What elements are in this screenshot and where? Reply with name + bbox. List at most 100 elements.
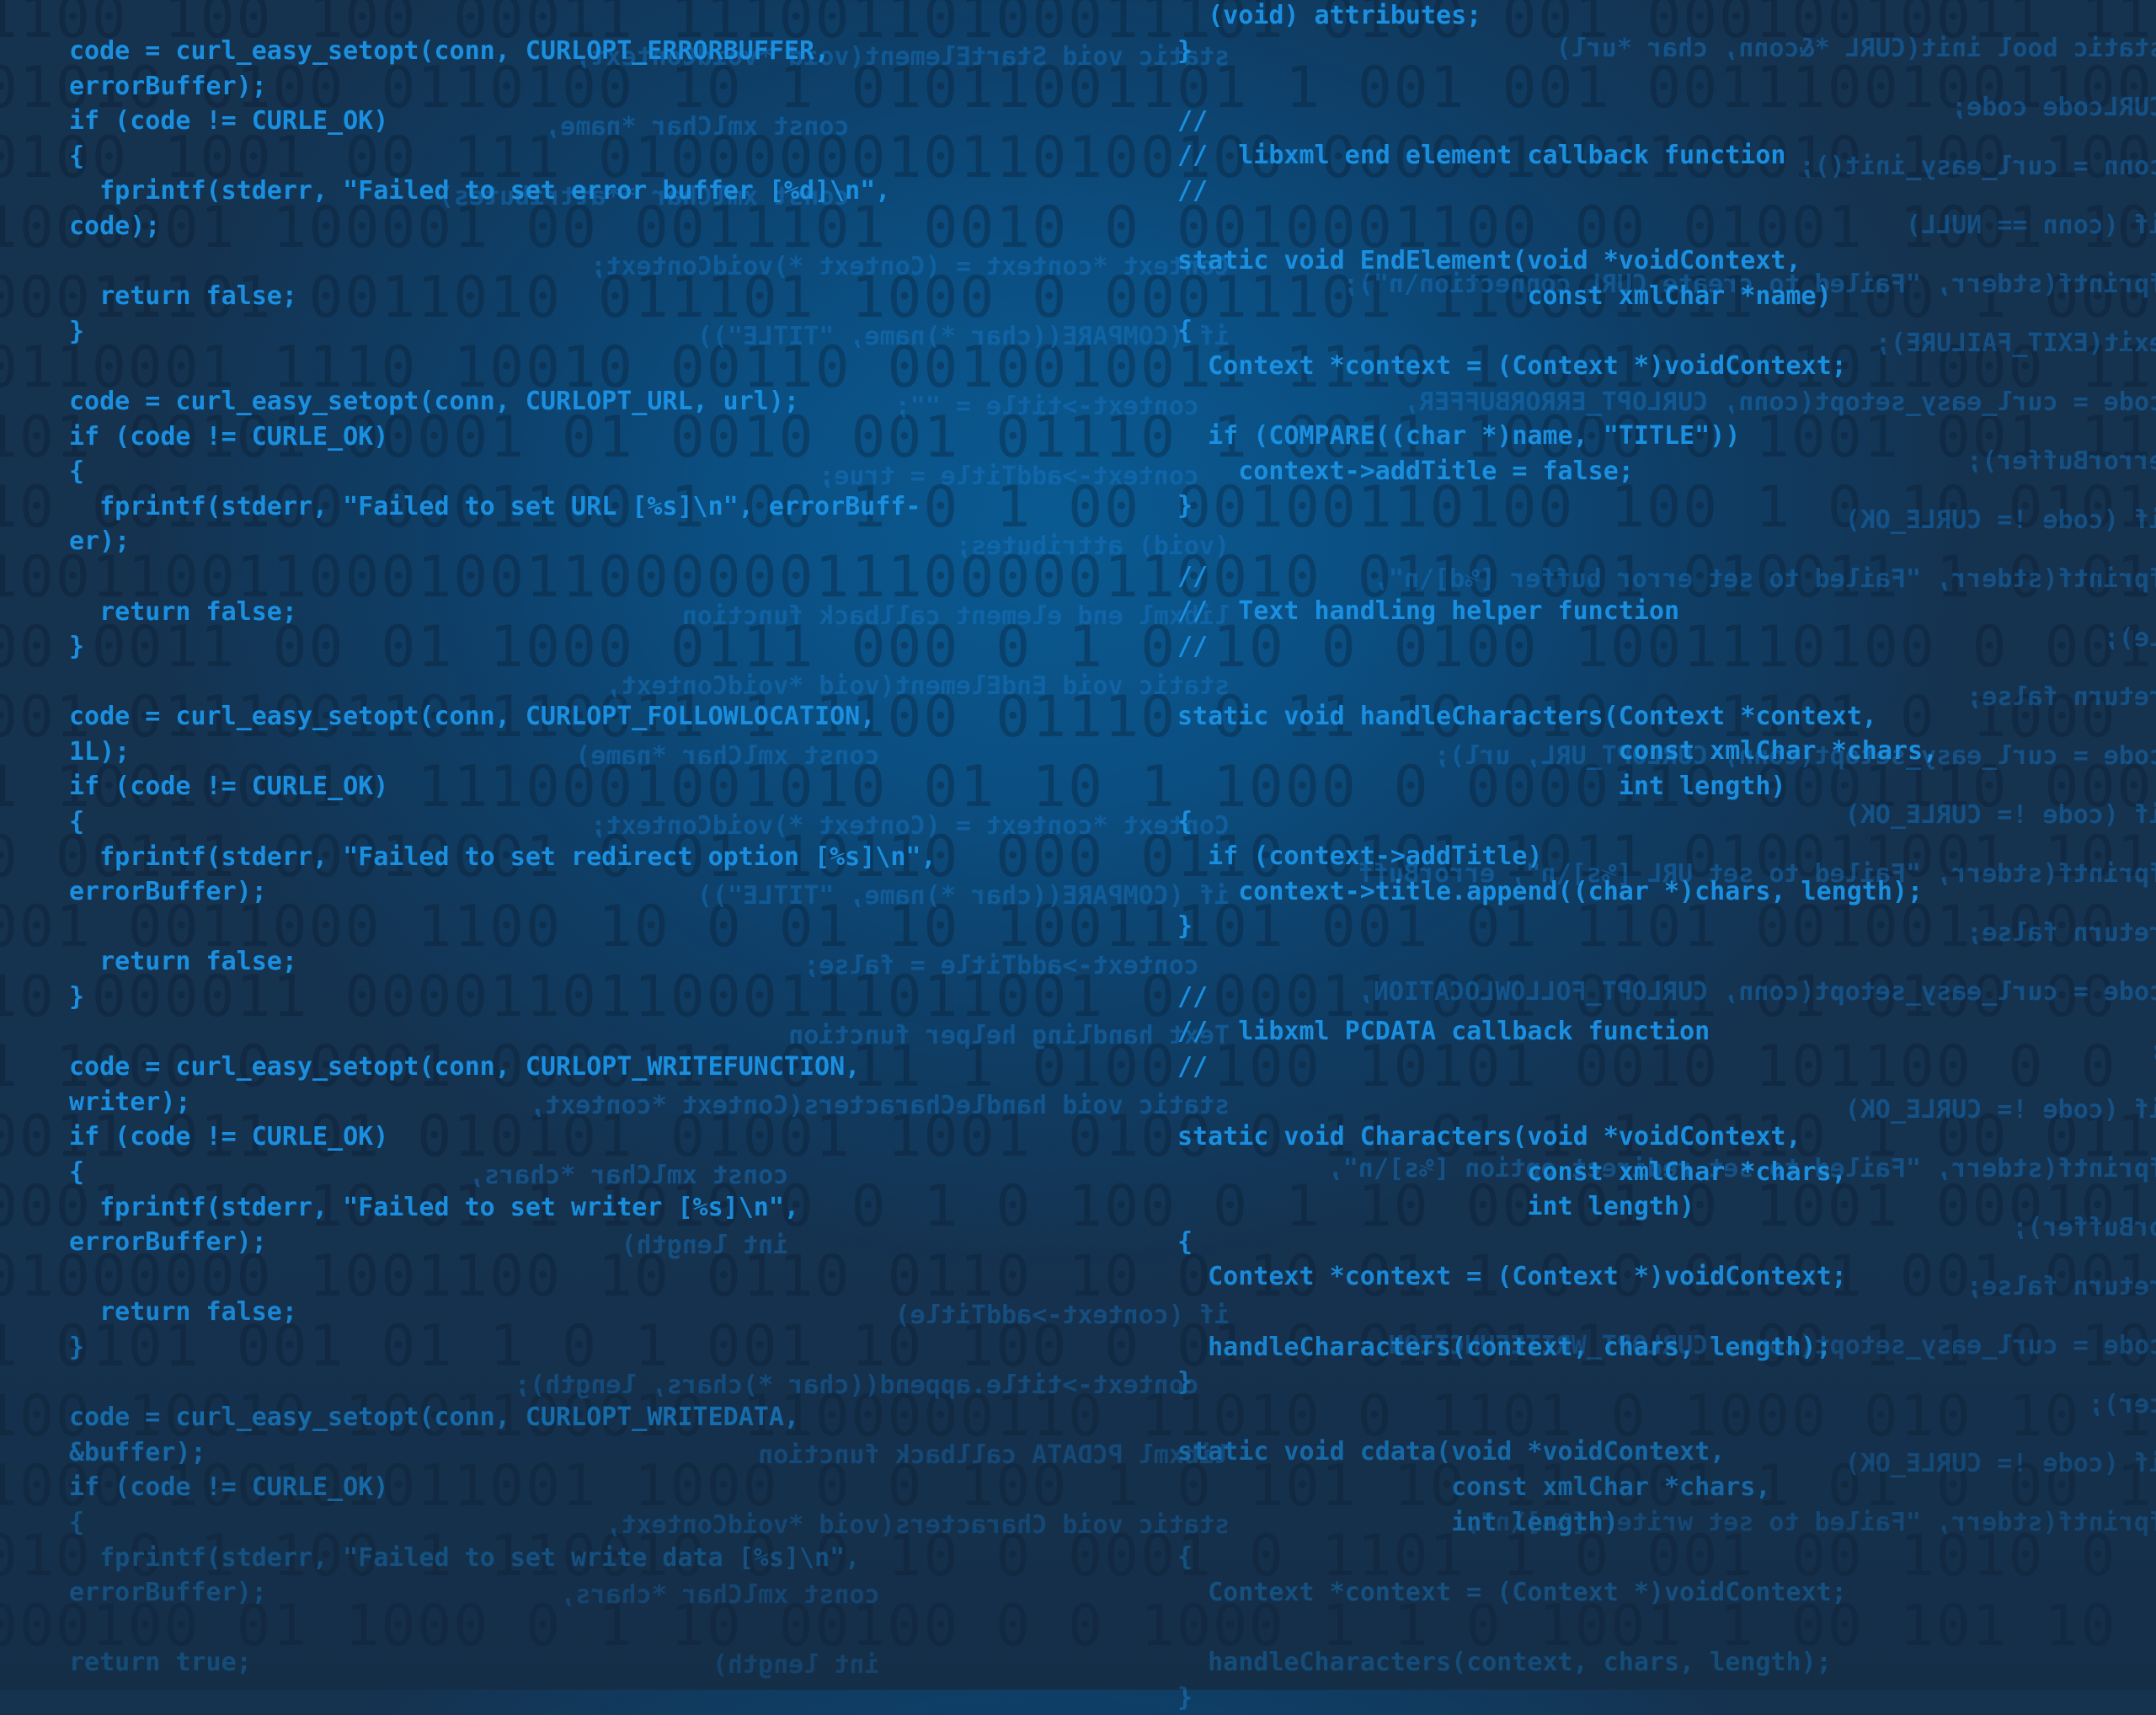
code-line: int length) — [1177, 1189, 1938, 1225]
code-line: Context *context = (Context *)voidContex… — [1177, 349, 1938, 384]
code-line: { — [1177, 1225, 1938, 1260]
code-line: { — [69, 139, 937, 174]
code-line: Context *context = (Context *)voidContex… — [1177, 1575, 1938, 1611]
code-line — [1177, 1084, 1938, 1119]
code-line: fprintf(stderr, "Failed to set writer [%… — [69, 1190, 937, 1226]
code-line: if (code != CURLE_OK) — [69, 1470, 937, 1505]
code-line: return false; — [69, 279, 937, 314]
code-line: if (code != CURLE_OK) — [69, 419, 937, 455]
code-line: const xmlChar *chars, — [1177, 1155, 1938, 1190]
code-block-left: code = curl_easy_setopt(conn, CURLOPT_ER… — [69, 34, 937, 1680]
code-line: const xmlChar *chars, — [1177, 1470, 1938, 1505]
code-line: handleCharacters(context, chars, length)… — [1177, 1330, 1938, 1365]
code-line: code = curl_easy_setopt(conn, CURLOPT_FO… — [69, 699, 937, 735]
code-line — [1177, 524, 1938, 559]
code-line: } — [1177, 1680, 1938, 1715]
code-line: } — [1177, 34, 1938, 69]
code-line: er); — [69, 524, 937, 559]
code-line: fprintf(stderr, "Failed to set error buf… — [69, 174, 937, 209]
code-line: errorBuffer); — [69, 1225, 937, 1260]
code-line: errorBuffer); — [69, 874, 937, 910]
code-line: static void handleCharacters(Context *co… — [1177, 699, 1938, 735]
code-line: { — [69, 804, 937, 840]
code-line: // — [1177, 559, 1938, 595]
code-line — [1177, 384, 1938, 419]
code-line: Context *context = (Context *)voidContex… — [1177, 1259, 1938, 1295]
code-line: return false; — [69, 944, 937, 980]
code-line: code = curl_easy_setopt(conn, CURLOPT_ER… — [69, 34, 937, 69]
code-line: fprintf(stderr, "Failed to set URL [%s]\… — [69, 489, 937, 525]
code-line: const xmlChar *chars, — [1177, 734, 1938, 769]
code-block-right: (void) attributes;}//// libxml end eleme… — [1177, 0, 1938, 1715]
code-line: // — [1177, 980, 1938, 1015]
code-line: context->addTitle = false; — [1177, 454, 1938, 489]
code-line: // libxml end element callback function — [1177, 138, 1938, 174]
code-line: if (code != CURLE_OK) — [69, 769, 937, 804]
mirrored-code-line: return false; — [1967, 682, 2156, 712]
code-line — [1177, 1400, 1938, 1435]
code-line — [1177, 68, 1938, 104]
code-line: return true; — [69, 1645, 937, 1680]
code-line: &buffer); — [69, 1435, 937, 1471]
code-line — [1177, 209, 1938, 244]
code-line: fprintf(stderr, "Failed to set redirect … — [69, 840, 937, 875]
code-line — [69, 244, 937, 280]
code-line — [69, 1365, 937, 1401]
mirrored-code-line: ter); — [2089, 1390, 2156, 1419]
code-line: code = curl_easy_setopt(conn, CURLOPT_UR… — [69, 384, 937, 419]
mirrored-code-line: ; — [2149, 1036, 2156, 1066]
code-line: code); — [69, 209, 937, 244]
code-line: context->title.append((char *)chars, len… — [1177, 874, 1938, 910]
code-line: { — [1177, 313, 1938, 349]
code-line — [1177, 944, 1938, 980]
code-line: // — [1177, 104, 1938, 139]
code-line — [1177, 1610, 1938, 1645]
code-line: fprintf(stderr, "Failed to set write dat… — [69, 1541, 937, 1576]
mirrored-code-line: le); — [2104, 623, 2156, 653]
code-line: { — [1177, 1540, 1938, 1575]
code-line: // libxml PCDATA callback function — [1177, 1014, 1938, 1050]
mirrored-code-line: if (conn == NULL) — [1906, 211, 2156, 240]
code-line: errorBuffer); — [69, 69, 937, 104]
code-line: if (context->addTitle) — [1177, 839, 1938, 874]
code-line: } — [1177, 489, 1938, 524]
code-line: } — [69, 629, 937, 665]
code-line: } — [1177, 1365, 1938, 1400]
code-line — [69, 559, 937, 595]
code-line: 1L); — [69, 735, 937, 770]
code-line: } — [69, 980, 937, 1015]
code-line: { — [69, 1155, 937, 1190]
code-line: if (code != CURLE_OK) — [69, 1119, 937, 1155]
code-line: if (code != CURLE_OK) — [69, 104, 937, 139]
code-line — [69, 1015, 937, 1050]
code-line: } — [1177, 909, 1938, 944]
code-line: code = curl_easy_setopt(conn, CURLOPT_WR… — [69, 1400, 937, 1435]
code-line: if (COMPARE((char *)name, "TITLE")) — [1177, 419, 1938, 454]
mirrored-code-line: errorBuffer); — [1967, 446, 2156, 476]
code-line: int length) — [1177, 1505, 1938, 1541]
code-line: // — [1177, 629, 1938, 665]
code-line: return false; — [69, 595, 937, 630]
code-line — [1177, 1295, 1938, 1330]
code-line: writer); — [69, 1085, 937, 1120]
code-line: handleCharacters(context, chars, length)… — [1177, 1645, 1938, 1680]
code-line: static void Characters(void *voidContext… — [1177, 1119, 1938, 1155]
code-line: const xmlChar *name) — [1177, 279, 1938, 314]
code-line — [69, 1611, 937, 1646]
code-line: (void) attributes; — [1177, 0, 1938, 34]
code-line: static void EndElement(void *voidContext… — [1177, 243, 1938, 279]
mirrored-code-line: return false; — [1967, 1272, 2156, 1301]
mirrored-code-line: orBuffer); — [2012, 1213, 2156, 1242]
code-line: static void cdata(void *voidContext, — [1177, 1435, 1938, 1470]
code-line: // Text handling helper function — [1177, 594, 1938, 629]
code-line — [69, 1260, 937, 1296]
code-line — [69, 910, 937, 945]
code-line: int length) — [1177, 769, 1938, 804]
code-line — [1177, 664, 1938, 699]
code-line: { — [69, 1505, 937, 1541]
code-line: } — [69, 314, 937, 350]
code-line — [69, 349, 937, 384]
code-line — [69, 665, 937, 700]
code-line: code = curl_easy_setopt(conn, CURLOPT_WR… — [69, 1050, 937, 1085]
code-line: return false; — [69, 1295, 937, 1330]
